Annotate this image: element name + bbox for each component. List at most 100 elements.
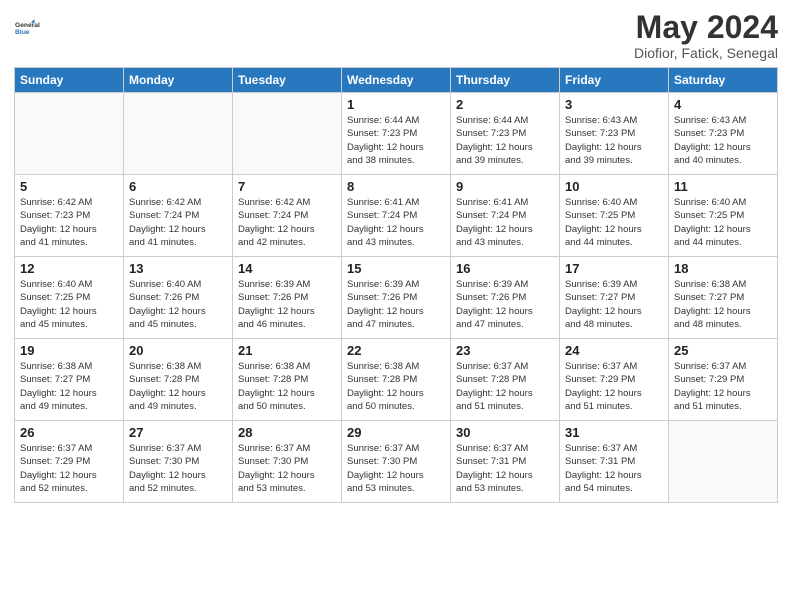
- day-number: 5: [20, 179, 118, 194]
- col-sunday: Sunday: [15, 68, 124, 93]
- day-number: 13: [129, 261, 227, 276]
- day-info: Sunrise: 6:42 AMSunset: 7:23 PMDaylight:…: [20, 196, 118, 249]
- day-info: Sunrise: 6:40 AMSunset: 7:25 PMDaylight:…: [20, 278, 118, 331]
- day-number: 16: [456, 261, 554, 276]
- calendar-cell: 25 Sunrise: 6:37 AMSunset: 7:29 PMDayligh…: [669, 339, 778, 421]
- day-number: 23: [456, 343, 554, 358]
- day-number: 29: [347, 425, 445, 440]
- day-number: 14: [238, 261, 336, 276]
- calendar-cell: 31Sunrise: 6:37 AMSunset: 7:31 PMDayligh…: [560, 421, 669, 503]
- day-info: Sunrise: 6:37 AMSunset: 7:30 PMDaylight:…: [238, 442, 336, 495]
- day-number: 1: [347, 97, 445, 112]
- day-info: Sunrise: 6:39 AMSunset: 7:26 PMDaylight:…: [347, 278, 445, 331]
- day-number: 25: [674, 343, 772, 358]
- calendar-cell: 30 Sunrise: 6:37 AMSunset: 7:31 PMDayligh…: [451, 421, 560, 503]
- calendar-cell: 7Sunrise: 6:42 AMSunset: 7:24 PMDaylight…: [233, 175, 342, 257]
- calendar-cell: 10 Sunrise: 6:40 AMSunset: 7:25 PMDayligh…: [560, 175, 669, 257]
- col-monday: Monday: [124, 68, 233, 93]
- svg-text:General: General: [15, 22, 40, 29]
- day-info: Sunrise: 6:42 AMSunset: 7:24 PMDaylight:…: [238, 196, 336, 249]
- day-info: Sunrise: 6:37 AMSunset: 7:31 PMDaylight:…: [456, 442, 554, 495]
- calendar-subtitle: Diofior, Fatick, Senegal: [634, 45, 778, 61]
- day-info: Sunrise: 6:37 AMSunset: 7:31 PMDaylight:…: [565, 442, 663, 495]
- day-number: 10: [565, 179, 663, 194]
- day-number: 17: [565, 261, 663, 276]
- day-info: Sunrise: 6:37 AMSunset: 7:29 PMDaylight:…: [674, 360, 772, 413]
- calendar-cell: [15, 93, 124, 175]
- day-number: 28: [238, 425, 336, 440]
- day-info: Sunrise: 6:43 AMSunset: 7:23 PMDaylight:…: [674, 114, 772, 167]
- calendar-week-3: 12 Sunrise: 6:40 AMSunset: 7:25 PMDayligh…: [15, 257, 778, 339]
- day-number: 3: [565, 97, 663, 112]
- calendar-cell: 22 Sunrise: 6:38 AMSunset: 7:28 PMDayligh…: [342, 339, 451, 421]
- calendar-week-1: 1 Sunrise: 6:44 AMSunset: 7:23 PMDaylight…: [15, 93, 778, 175]
- day-info: Sunrise: 6:40 AMSunset: 7:26 PMDaylight:…: [129, 278, 227, 331]
- day-number: 6: [129, 179, 227, 194]
- calendar-cell: 20 Sunrise: 6:38 AMSunset: 7:28 PMDayligh…: [124, 339, 233, 421]
- col-wednesday: Wednesday: [342, 68, 451, 93]
- calendar-cell: 3 Sunrise: 6:43 AMSunset: 7:23 PMDaylight…: [560, 93, 669, 175]
- calendar-cell: 2 Sunrise: 6:44 AMSunset: 7:23 PMDaylight…: [451, 93, 560, 175]
- day-info: Sunrise: 6:44 AMSunset: 7:23 PMDaylight:…: [456, 114, 554, 167]
- day-info: Sunrise: 6:39 AMSunset: 7:26 PMDaylight:…: [456, 278, 554, 331]
- calendar-cell: 27Sunrise: 6:37 AMSunset: 7:30 PMDayligh…: [124, 421, 233, 503]
- calendar-cell: 24 Sunrise: 6:37 AMSunset: 7:29 PMDayligh…: [560, 339, 669, 421]
- col-friday: Friday: [560, 68, 669, 93]
- day-number: 26: [20, 425, 118, 440]
- day-number: 4: [674, 97, 772, 112]
- col-thursday: Thursday: [451, 68, 560, 93]
- day-number: 20: [129, 343, 227, 358]
- calendar-cell: 9Sunrise: 6:41 AMSunset: 7:24 PMDaylight…: [451, 175, 560, 257]
- svg-text:Blue: Blue: [15, 29, 30, 36]
- day-info: Sunrise: 6:41 AMSunset: 7:24 PMDaylight:…: [347, 196, 445, 249]
- day-info: Sunrise: 6:37 AMSunset: 7:29 PMDaylight:…: [565, 360, 663, 413]
- day-number: 15: [347, 261, 445, 276]
- calendar-cell: 17 Sunrise: 6:39 AMSunset: 7:27 PMDayligh…: [560, 257, 669, 339]
- calendar-table: Sunday Monday Tuesday Wednesday Thursday…: [14, 67, 778, 503]
- day-info: Sunrise: 6:37 AMSunset: 7:30 PMDaylight:…: [347, 442, 445, 495]
- calendar-cell: [124, 93, 233, 175]
- calendar-cell: 13 Sunrise: 6:40 AMSunset: 7:26 PMDayligh…: [124, 257, 233, 339]
- day-info: Sunrise: 6:39 AMSunset: 7:27 PMDaylight:…: [565, 278, 663, 331]
- day-info: Sunrise: 6:38 AMSunset: 7:27 PMDaylight:…: [20, 360, 118, 413]
- day-info: Sunrise: 6:42 AMSunset: 7:24 PMDaylight:…: [129, 196, 227, 249]
- day-info: Sunrise: 6:41 AMSunset: 7:24 PMDaylight:…: [456, 196, 554, 249]
- day-number: 12: [20, 261, 118, 276]
- day-info: Sunrise: 6:40 AMSunset: 7:25 PMDaylight:…: [674, 196, 772, 249]
- logo-icon: General Blue: [14, 10, 50, 46]
- calendar-cell: 6 Sunrise: 6:42 AMSunset: 7:24 PMDaylight…: [124, 175, 233, 257]
- calendar-cell: [669, 421, 778, 503]
- calendar-cell: 18 Sunrise: 6:38 AMSunset: 7:27 PMDayligh…: [669, 257, 778, 339]
- day-number: 2: [456, 97, 554, 112]
- calendar-page: General Blue May 2024 Diofior, Fatick, S…: [0, 0, 792, 612]
- day-number: 22: [347, 343, 445, 358]
- col-tuesday: Tuesday: [233, 68, 342, 93]
- calendar-cell: 4 Sunrise: 6:43 AMSunset: 7:23 PMDaylight…: [669, 93, 778, 175]
- calendar-cell: 8Sunrise: 6:41 AMSunset: 7:24 PMDaylight…: [342, 175, 451, 257]
- day-info: Sunrise: 6:37 AMSunset: 7:29 PMDaylight:…: [20, 442, 118, 495]
- header-row: Sunday Monday Tuesday Wednesday Thursday…: [15, 68, 778, 93]
- day-info: Sunrise: 6:38 AMSunset: 7:28 PMDaylight:…: [347, 360, 445, 413]
- day-info: Sunrise: 6:44 AMSunset: 7:23 PMDaylight:…: [347, 114, 445, 167]
- day-number: 19: [20, 343, 118, 358]
- calendar-week-2: 5 Sunrise: 6:42 AMSunset: 7:23 PMDaylight…: [15, 175, 778, 257]
- calendar-cell: 29 Sunrise: 6:37 AMSunset: 7:30 PMDayligh…: [342, 421, 451, 503]
- calendar-cell: 15 Sunrise: 6:39 AMSunset: 7:26 PMDayligh…: [342, 257, 451, 339]
- day-number: 18: [674, 261, 772, 276]
- day-number: 30: [456, 425, 554, 440]
- col-saturday: Saturday: [669, 68, 778, 93]
- day-info: Sunrise: 6:38 AMSunset: 7:27 PMDaylight:…: [674, 278, 772, 331]
- calendar-cell: 23Sunrise: 6:37 AMSunset: 7:28 PMDayligh…: [451, 339, 560, 421]
- calendar-week-5: 26 Sunrise: 6:37 AMSunset: 7:29 PMDayligh…: [15, 421, 778, 503]
- day-info: Sunrise: 6:38 AMSunset: 7:28 PMDaylight:…: [238, 360, 336, 413]
- day-info: Sunrise: 6:38 AMSunset: 7:28 PMDaylight:…: [129, 360, 227, 413]
- day-info: Sunrise: 6:40 AMSunset: 7:25 PMDaylight:…: [565, 196, 663, 249]
- calendar-cell: 19 Sunrise: 6:38 AMSunset: 7:27 PMDayligh…: [15, 339, 124, 421]
- calendar-cell: 28 Sunrise: 6:37 AMSunset: 7:30 PMDayligh…: [233, 421, 342, 503]
- day-info: Sunrise: 6:43 AMSunset: 7:23 PMDaylight:…: [565, 114, 663, 167]
- day-number: 24: [565, 343, 663, 358]
- calendar-cell: 1 Sunrise: 6:44 AMSunset: 7:23 PMDaylight…: [342, 93, 451, 175]
- calendar-cell: 5 Sunrise: 6:42 AMSunset: 7:23 PMDaylight…: [15, 175, 124, 257]
- day-info: Sunrise: 6:39 AMSunset: 7:26 PMDaylight:…: [238, 278, 336, 331]
- calendar-week-4: 19 Sunrise: 6:38 AMSunset: 7:27 PMDayligh…: [15, 339, 778, 421]
